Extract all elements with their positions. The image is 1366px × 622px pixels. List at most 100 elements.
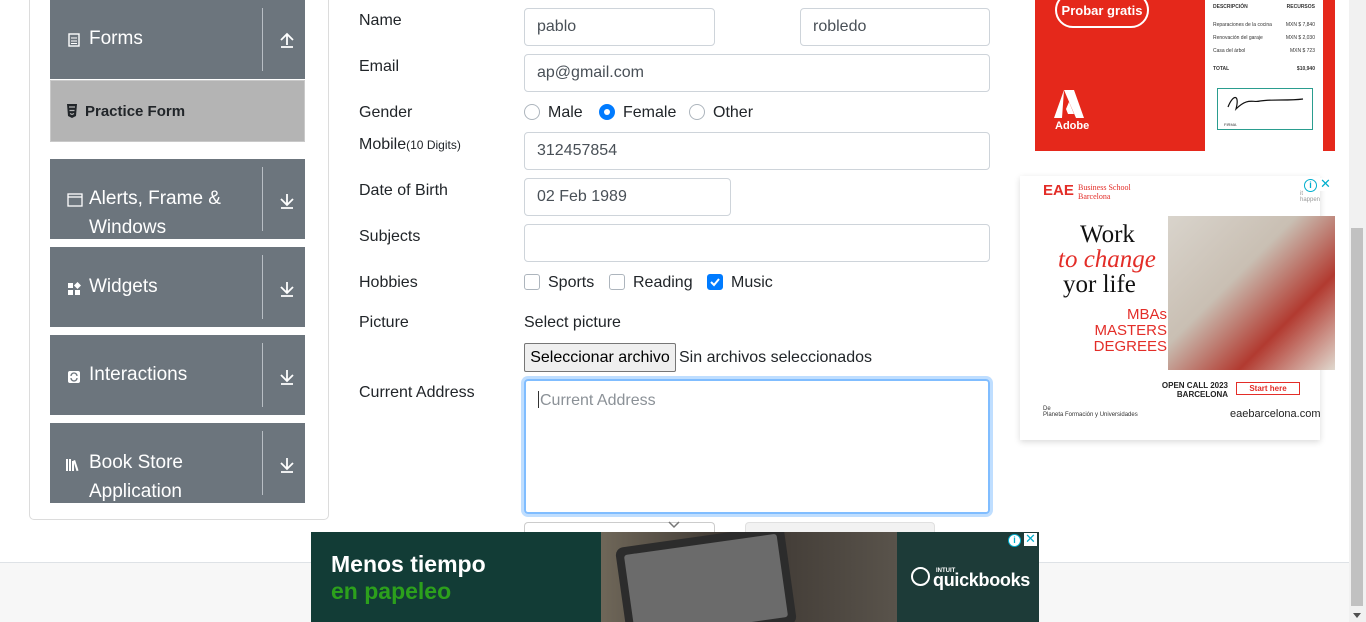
eae-headline-3: yor life — [1063, 271, 1136, 298]
hobbies-label: Hobbies — [359, 274, 418, 291]
eae-headline-1: Work — [1080, 221, 1135, 248]
document-icon — [68, 33, 80, 47]
sidebar-group-label: Interactions — [89, 364, 188, 385]
sidebar-group-label: Widgets — [89, 276, 158, 297]
hobby-music-checkbox[interactable] — [707, 274, 723, 290]
email-label: Email — [359, 58, 400, 75]
invoice-row: DESCRIPCIÓN RECURSOS — [1213, 4, 1315, 10]
eae-url: eaebarcelona.com — [1230, 408, 1321, 420]
gender-male-radio[interactable] — [524, 104, 540, 120]
down-arrow-icon[interactable] — [278, 456, 296, 474]
mobile-input[interactable]: 312457854 — [524, 132, 990, 170]
quickbooks-brand: quickbooks — [933, 570, 1031, 590]
choose-file-button[interactable]: Seleccionar archivo — [524, 343, 676, 372]
select-picture-label: Select picture — [524, 314, 621, 331]
divider — [262, 255, 263, 319]
eae-programs: MBAs MASTERS DEGREES — [1093, 306, 1167, 355]
mobile-label-text: Mobile — [359, 136, 407, 153]
current-address-placeholder: Current Address — [540, 392, 656, 409]
sidebar-group-widgets[interactable]: Widgets — [50, 247, 305, 327]
ad-close-icon[interactable]: ✕ — [1024, 532, 1037, 546]
scrollbar-thumb[interactable] — [1351, 228, 1363, 606]
adobe-logo-icon — [1054, 90, 1084, 118]
quickbooks-logo-icon — [911, 567, 930, 586]
signature-box: FIRMA — [1217, 88, 1313, 130]
subjects-label: Subjects — [359, 228, 421, 245]
sidebar-group-book-store[interactable]: Book Store Application — [50, 423, 305, 503]
mobile-label: Mobile(10 Digits) — [359, 136, 461, 154]
eae-start-button[interactable]: Start here — [1236, 382, 1300, 395]
quickbooks-headline-1: Menos tiempo — [331, 551, 486, 577]
dob-value: 02 Feb 1989 — [537, 188, 627, 205]
subjects-input[interactable] — [524, 224, 990, 262]
gender-female-radio[interactable] — [599, 104, 615, 120]
name-label: Name — [359, 12, 402, 29]
ad-close-icon[interactable]: ✕ — [1320, 177, 1331, 191]
email-input[interactable]: ap@gmail.com — [524, 54, 990, 92]
mobile-value: 312457854 — [537, 142, 618, 159]
page-scrollbar[interactable] — [1349, 0, 1366, 622]
sidebar-group-forms[interactable]: Forms — [50, 0, 305, 79]
widgets-icon — [68, 282, 81, 295]
dob-input[interactable]: 02 Feb 1989 — [524, 178, 731, 216]
current-address-textarea[interactable]: Current Address — [524, 379, 990, 514]
quickbooks-headline-2: en papeleo — [331, 578, 452, 604]
file-status: Sin archivos seleccionados — [679, 349, 872, 366]
html5-icon — [67, 104, 77, 118]
quickbooks-ad[interactable]: Menos tiempo en papeleo INTUIT quickbook… — [311, 532, 1039, 622]
city-select[interactable] — [745, 522, 935, 532]
refresh-icon — [68, 371, 80, 383]
sidebar-group-label: Alerts, Frame & Windows — [89, 188, 221, 238]
signature-label: FIRMA — [1224, 122, 1237, 127]
state-select[interactable] — [524, 521, 715, 532]
down-arrow-icon[interactable] — [278, 280, 296, 298]
current-address-label: Current Address — [359, 384, 475, 401]
hobby-sports-label[interactable]: Sports — [548, 274, 594, 292]
dob-label: Date of Birth — [359, 182, 448, 199]
scroll-down-arrow-icon[interactable] — [1353, 613, 1361, 618]
down-arrow-icon[interactable] — [278, 368, 296, 386]
mobile-hint: (10 Digits) — [406, 138, 461, 152]
invoice-row: Casa del árbol MXN $ 723 — [1213, 48, 1315, 54]
divider — [262, 167, 263, 231]
hobby-reading-checkbox[interactable] — [609, 274, 625, 290]
hobby-music-label[interactable]: Music — [731, 274, 773, 292]
hobby-sports-checkbox[interactable] — [524, 274, 540, 290]
tablet-image — [614, 532, 798, 622]
eae-open-call: OPEN CALL 2023 BARCELONA — [1161, 381, 1228, 399]
hobby-reading-label[interactable]: Reading — [633, 274, 693, 292]
first-name-input[interactable]: pablo — [524, 8, 715, 46]
eae-people-photo — [1168, 216, 1335, 370]
up-arrow-icon[interactable] — [278, 31, 296, 49]
picture-label: Picture — [359, 314, 409, 331]
quickbooks-ad-photo — [601, 532, 897, 622]
sidebar-group-alerts[interactable]: Alerts, Frame & Windows — [50, 159, 305, 239]
eae-partner: De Planeta Formación y Universidades — [1043, 406, 1138, 418]
ad-info-icon[interactable]: i — [1008, 534, 1021, 547]
gender-label: Gender — [359, 104, 413, 121]
text-caret — [538, 391, 539, 408]
sidebar-group-label: Book Store Application — [89, 452, 183, 502]
invoice-row: Renovación del garaje MXN $ 2,030 — [1213, 35, 1315, 41]
gender-other-radio[interactable] — [689, 104, 705, 120]
divider — [262, 431, 263, 495]
sidebar-item-label: Practice Form — [85, 103, 186, 120]
gender-other-label[interactable]: Other — [713, 104, 753, 122]
first-name-value: pablo — [537, 18, 577, 35]
last-name-input[interactable]: robledo — [800, 8, 990, 46]
adobe-ad[interactable]: Probar gratis Adobe DESCRIPCIÓN RECURSOS … — [1035, 0, 1335, 151]
sidebar-group-interactions[interactable]: Interactions — [50, 335, 305, 415]
adobe-brand: Adobe — [1055, 120, 1090, 132]
eae-ad[interactable]: EAE Business School Barcelona i ✕ it happ… — [1020, 176, 1335, 440]
eae-tagline: it happen — [1300, 191, 1321, 203]
eae-logo-sub: Business School Barcelona — [1078, 183, 1131, 201]
down-arrow-icon[interactable] — [278, 192, 296, 210]
sidebar-item-practice-form[interactable]: Practice Form — [50, 80, 305, 142]
books-icon — [66, 459, 79, 472]
page: Forms Practice Form Alerts, Frame & Wind… — [0, 0, 1366, 622]
adobe-cta-button[interactable]: Probar gratis — [1055, 0, 1149, 28]
gender-female-label[interactable]: Female — [623, 104, 676, 122]
last-name-value: robledo — [813, 18, 867, 35]
gender-male-label[interactable]: Male — [548, 104, 583, 122]
eae-logo: EAE — [1043, 182, 1074, 199]
